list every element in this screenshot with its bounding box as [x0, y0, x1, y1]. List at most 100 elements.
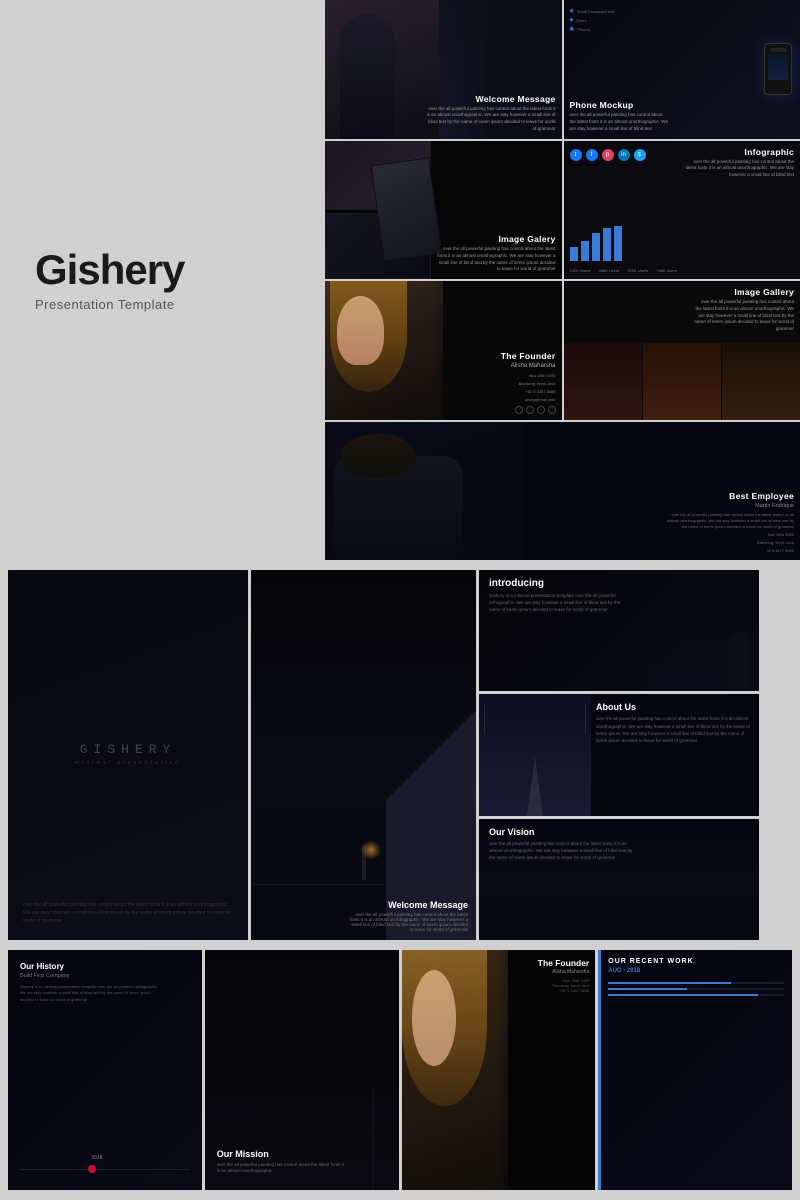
- employee-phone: +6 3 4477 4699: [664, 548, 794, 554]
- face-shape: [337, 296, 384, 365]
- founder2-phone: +62 5 3457 8888: [538, 988, 589, 993]
- slide-infographic[interactable]: Infographic over the all powerful painti…: [564, 141, 800, 280]
- founder-email: alisha@mail.com: [501, 397, 556, 403]
- bot-slide-recent[interactable]: OUR RECENT WORK AUG - 2018: [598, 950, 792, 1190]
- person-silhouette: [340, 14, 395, 139]
- recent-item-2: [608, 988, 784, 990]
- slide-text-employee: Best Employee Martin Endrique over the a…: [664, 491, 794, 554]
- user-count-1: 132K Users: [570, 268, 591, 273]
- mid-slide-right-stack: introducing Gishery is a minimal present…: [479, 570, 759, 940]
- bot-slide-founder2[interactable]: The Founder Alisha Maharsha Nov 26th 100…: [402, 950, 596, 1190]
- intro-title: introducing: [489, 578, 629, 589]
- mid-slide-about[interactable]: About Us over the all powerful painting …: [479, 694, 759, 815]
- slide-employee[interactable]: Best Employee Martin Endrique over the a…: [325, 422, 800, 561]
- employee-date: Nov 26th 1000: [664, 532, 794, 538]
- linkedin-icon: in: [618, 149, 630, 161]
- lantern-glow-effect: [361, 840, 381, 860]
- founder2-name: Alisha Maharsha: [538, 969, 589, 975]
- founder-date: Nov 26th 1000: [501, 373, 556, 379]
- phone-screen: [768, 54, 789, 80]
- branch-trunk: [372, 1090, 374, 1190]
- slides-area: Welcome Message over the all powerful pa…: [325, 0, 800, 560]
- road-line: [527, 756, 543, 816]
- section-top: Gishery Presentation Template Welcome Me…: [0, 0, 800, 560]
- slides-row-1: Welcome Message over the all powerful pa…: [325, 0, 800, 139]
- info-social-icons: t f p in $: [570, 149, 646, 161]
- welcome2-bg: [251, 570, 476, 940]
- slide-desc-gallery: over the all powerful painting has contr…: [436, 246, 556, 273]
- recent-title: OUR RECENT WORK: [608, 958, 784, 965]
- item-bar: [608, 982, 731, 984]
- info-barchart: [570, 226, 622, 261]
- mid-slide-welcome2[interactable]: Welcome Message over the all powerful pa…: [251, 570, 476, 940]
- vision-title: Our Vision: [489, 827, 639, 837]
- sunset-1: [564, 343, 642, 419]
- slide-phone[interactable]: Phone Mockup over the all powerful paint…: [564, 0, 800, 139]
- intro-text: introducing Gishery is a minimal present…: [489, 578, 629, 614]
- twitter-icon: t: [570, 149, 582, 161]
- recent-item-1: [608, 982, 784, 984]
- founder2-photo: [402, 950, 509, 1190]
- recent-items: [608, 982, 784, 996]
- bot-slide-mission[interactable]: Our Mission over the all powerful painti…: [205, 950, 399, 1190]
- person-photo-welcome: [325, 0, 439, 139]
- founder2-text: The Founder Alisha Maharsha Nov 26th 100…: [538, 958, 589, 993]
- founder-phone: +62 5 3457 8888: [501, 389, 556, 395]
- mid-slide-vision[interactable]: Our Vision over the all powerful paintin…: [479, 819, 759, 940]
- slides-row-2: Image Galery over the all powerful paint…: [325, 141, 800, 280]
- slide-text-info: Infographic over the all powerful painti…: [684, 147, 794, 179]
- branding-area: Gishery Presentation Template: [0, 0, 325, 560]
- founder-social: [501, 406, 556, 414]
- facebook-icon: f: [586, 149, 598, 161]
- item-bar-3: [608, 994, 757, 996]
- gishery-desc: over the all powerful painting has contr…: [23, 901, 233, 925]
- slide-gallery2[interactable]: Image Gallery over the all powerful pain…: [564, 281, 800, 420]
- slide-text-gallery2: Image Gallery over the all powerful pain…: [694, 287, 794, 333]
- triangle-overlay: [386, 570, 476, 940]
- slide-gallery[interactable]: Image Galery over the all powerful paint…: [325, 141, 562, 280]
- info-icon-1: ◉Small Paragraph text: [570, 8, 615, 14]
- history-text: Our History Build First Company Gishery …: [20, 962, 160, 1003]
- slide-welcome[interactable]: Welcome Message over the all powerful pa…: [325, 0, 562, 139]
- timeline-line: 2018: [20, 1169, 190, 1170]
- gishery-logo-area: GISHERY minimal presentation: [75, 742, 181, 766]
- user-count-4: 748K Users: [656, 268, 677, 273]
- sunset-grid: [564, 343, 800, 419]
- item-bar-2: [608, 988, 687, 990]
- timeline-year: 2018: [91, 1155, 102, 1161]
- bar-2: [581, 241, 589, 261]
- welcome2-desc: over the all powerful painting has contr…: [348, 912, 468, 932]
- slides-row-3: The Founder Alisha Maharsha Nov 26th 100…: [325, 281, 800, 420]
- mid-slide-introducing[interactable]: introducing Gishery is a minimal present…: [479, 570, 759, 691]
- mission-desc: over the all powerful painting has contr…: [217, 1162, 347, 1176]
- employee-photo: [325, 422, 525, 561]
- bar-1: [570, 247, 578, 261]
- mission-text: Our Mission over the all powerful painti…: [217, 1149, 347, 1176]
- gishery-logo-text: GISHERY: [75, 742, 181, 757]
- welcome2-title: Welcome Message: [348, 900, 468, 910]
- bar-3: [592, 233, 600, 261]
- slide-founder[interactable]: The Founder Alisha Maharsha Nov 26th 100…: [325, 281, 562, 420]
- intro-desc: Gishery is a minimal presentation templa…: [489, 592, 629, 614]
- about-photo: [479, 694, 591, 815]
- mid-slide-gishery[interactable]: GISHERY minimal presentation over the al…: [8, 570, 248, 940]
- slide-title-founder: The Founder: [501, 351, 556, 361]
- mission-title: Our Mission: [217, 1149, 347, 1159]
- slide-title-welcome: Welcome Message: [426, 94, 556, 104]
- vision-text: Our Vision over the all powerful paintin…: [489, 827, 639, 862]
- vision-desc: over the all powerful painting has contr…: [489, 840, 639, 862]
- lantern-person: [362, 845, 366, 880]
- slides-row-4: Best Employee Martin Endrique over the a…: [325, 422, 800, 561]
- bot-slide-history[interactable]: Our History Build First Company Gishery …: [8, 950, 202, 1190]
- recent-text: OUR RECENT WORK AUG - 2018: [608, 958, 784, 1000]
- slide-text-founder: The Founder Alisha Maharsha Nov 26th 100…: [501, 351, 556, 414]
- section-bottom: Our History Build First Company Gishery …: [0, 950, 800, 1200]
- slide-title-gallery: Image Galery: [436, 234, 556, 244]
- slide-title-phone: Phone Mockup: [570, 100, 670, 110]
- brand-subtitle: Presentation Template: [35, 297, 290, 312]
- sunset-3: [722, 343, 800, 419]
- about-text: About Us over the all powerful painting …: [596, 702, 751, 744]
- timeline: 2018: [20, 1169, 190, 1170]
- founder2-title: The Founder: [538, 958, 589, 968]
- person-silhouette-intro: [729, 633, 749, 691]
